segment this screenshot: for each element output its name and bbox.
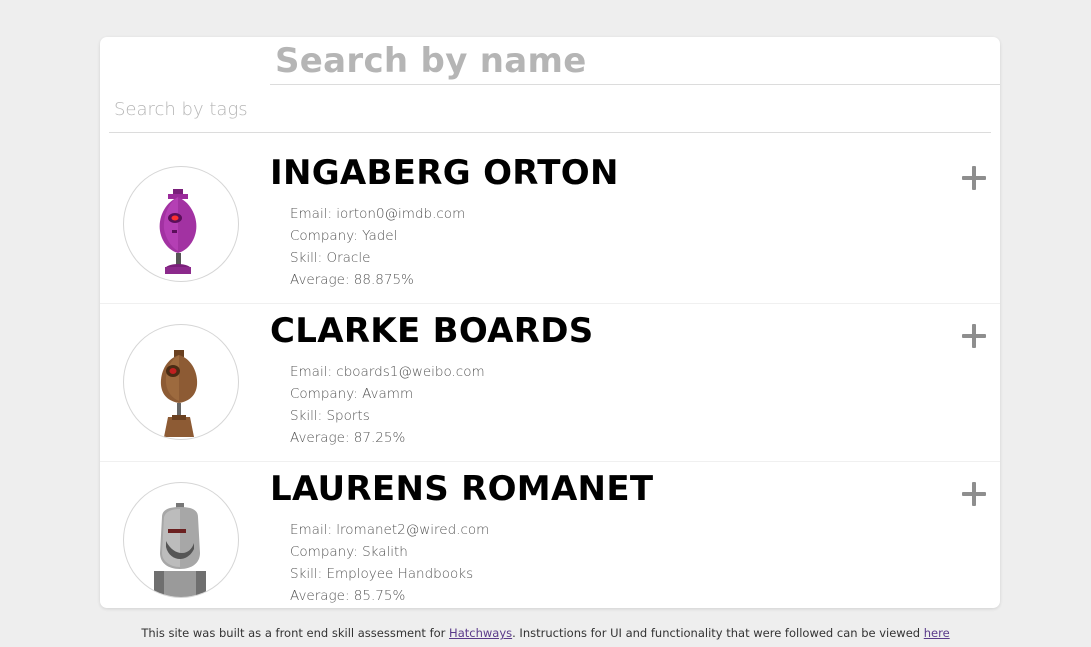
student-average: Average: 85.75% bbox=[290, 588, 406, 604]
student-details: Email: lromanet2@wired.com Company: Skal… bbox=[290, 519, 489, 607]
student-company: Company: Avamm bbox=[290, 386, 414, 402]
expand-plus-button[interactable] bbox=[961, 165, 987, 191]
hatchways-link[interactable]: Hatchways bbox=[449, 626, 512, 640]
student-company: Company: Skalith bbox=[290, 544, 408, 560]
student-avatar bbox=[123, 324, 239, 440]
student-company: Company: Yadel bbox=[290, 228, 398, 244]
instructions-here-link[interactable]: here bbox=[924, 626, 950, 640]
brown-robot-icon bbox=[160, 350, 198, 437]
student-details: Email: iorton0@imdb.com Company: Yadel S… bbox=[290, 203, 465, 291]
student-skill: Skill: Sports bbox=[290, 408, 370, 424]
student-name: LAURENS ROMANET bbox=[270, 469, 654, 509]
footer-text-before: This site was built as a front end skill… bbox=[141, 626, 450, 640]
student-email: Email: lromanet2@wired.com bbox=[290, 522, 490, 538]
student-email: Email: iorton0@imdb.com bbox=[290, 206, 466, 222]
student-item: LAURENS ROMANET Email: lromanet2@wired.c… bbox=[100, 462, 1000, 608]
search-by-name-input[interactable] bbox=[270, 38, 1000, 85]
gray-robot-icon bbox=[154, 503, 206, 597]
purple-robot-icon bbox=[159, 189, 197, 274]
student-item: CLARKE BOARDS Email: cboards1@weibo.com … bbox=[100, 304, 1000, 462]
student-average: Average: 87.25% bbox=[290, 430, 406, 446]
student-avatar bbox=[123, 482, 239, 598]
footer-text-middle: . Instructions for UI and functionality … bbox=[512, 626, 924, 640]
student-name: INGABERG ORTON bbox=[270, 153, 619, 193]
student-skill: Skill: Employee Handbooks bbox=[290, 566, 474, 582]
student-email: Email: cboards1@weibo.com bbox=[290, 364, 485, 380]
footer: This site was built as a front end skill… bbox=[0, 626, 1091, 640]
expand-plus-button[interactable] bbox=[961, 323, 987, 349]
student-list: INGABERG ORTON Email: iorton0@imdb.com C… bbox=[100, 146, 1000, 608]
student-item: INGABERG ORTON Email: iorton0@imdb.com C… bbox=[100, 146, 1000, 304]
student-skill: Skill: Oracle bbox=[290, 250, 371, 266]
expand-plus-button[interactable] bbox=[961, 481, 987, 507]
student-avatar bbox=[123, 166, 239, 282]
student-name: CLARKE BOARDS bbox=[270, 311, 594, 351]
student-card: INGABERG ORTON Email: iorton0@imdb.com C… bbox=[100, 37, 1000, 608]
student-details: Email: cboards1@weibo.com Company: Avamm… bbox=[290, 361, 485, 449]
student-average: Average: 88.875% bbox=[290, 272, 414, 288]
search-by-tags-input[interactable] bbox=[109, 86, 991, 133]
